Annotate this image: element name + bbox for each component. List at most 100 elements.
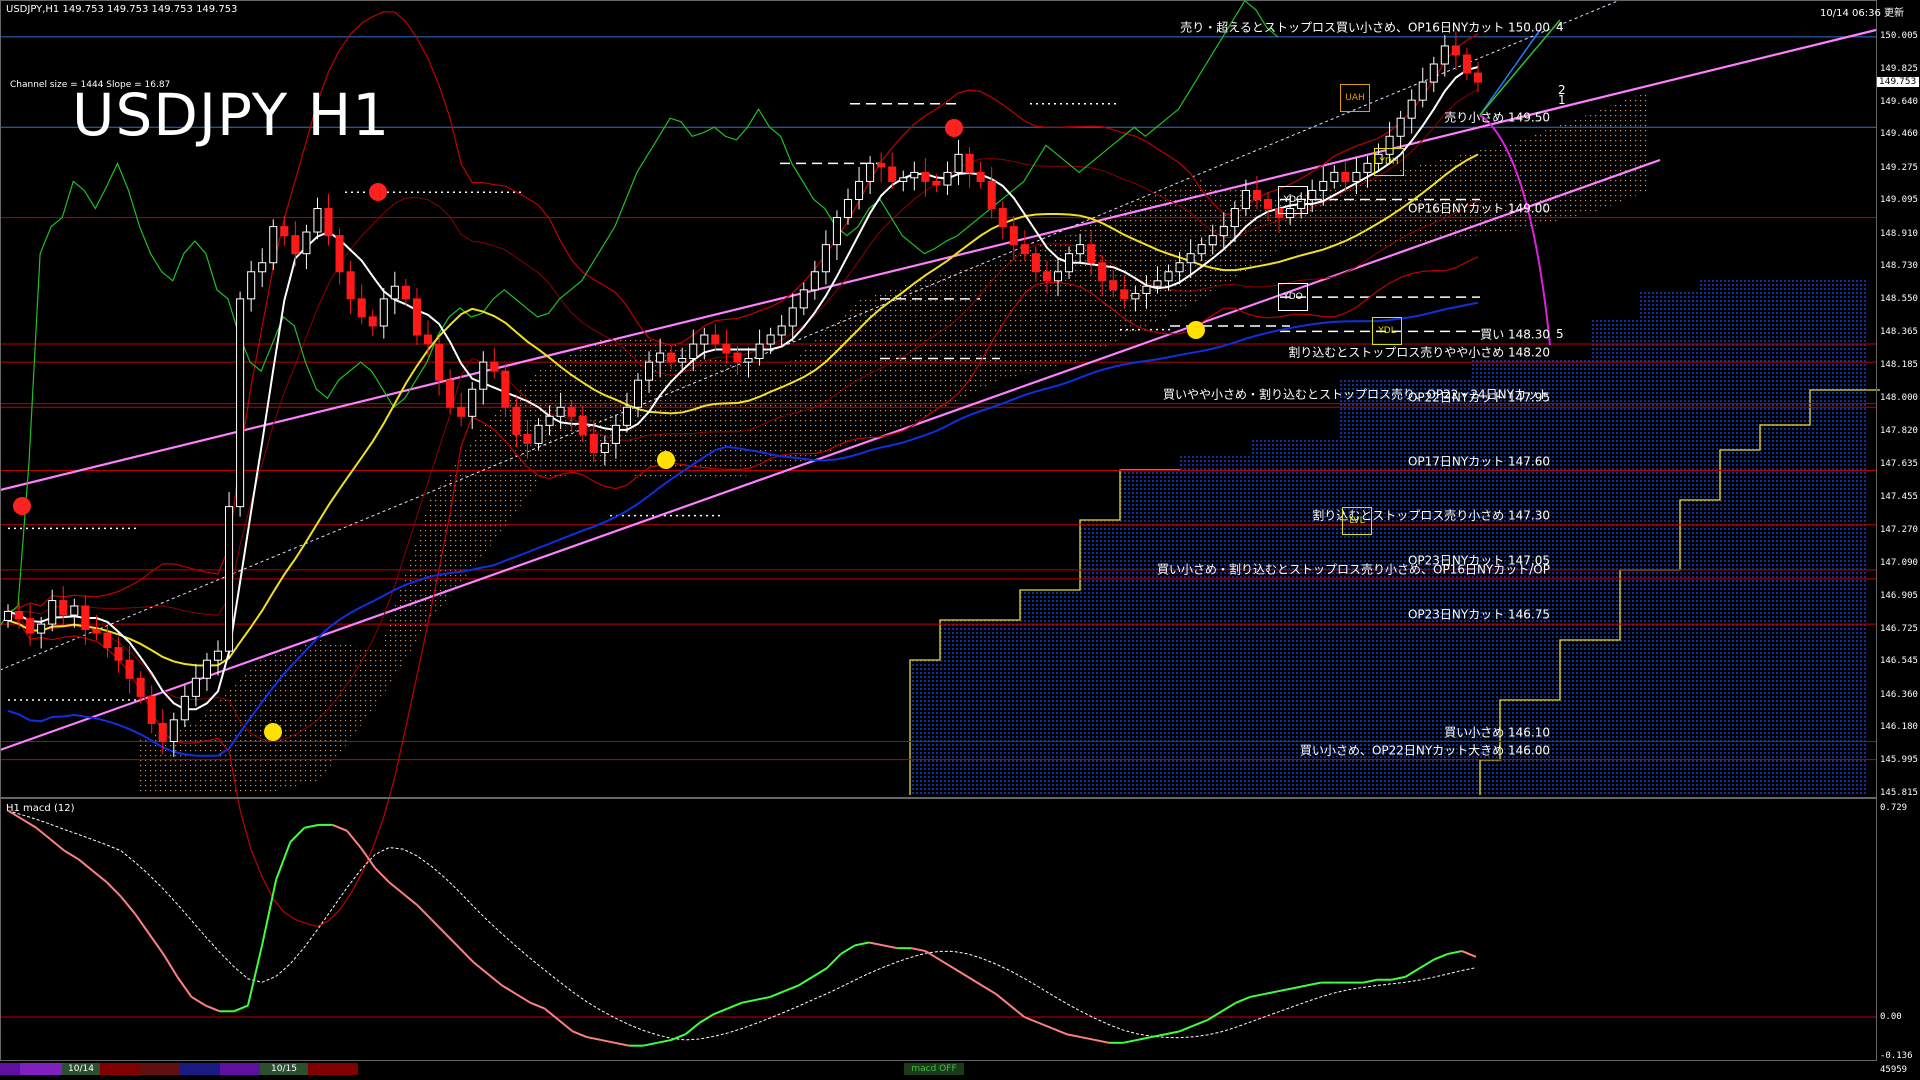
candle-body [932, 180, 941, 186]
macd-segment [92, 870, 108, 884]
candle-body [1252, 189, 1261, 201]
candle-body [645, 361, 654, 381]
price-tick-label: 147.455 [1880, 491, 1918, 502]
candle-body [468, 388, 477, 417]
macd-segment [727, 1001, 743, 1010]
macd-segment [1249, 993, 1265, 998]
macd-segment [911, 947, 926, 953]
candle-body [1396, 117, 1405, 137]
candle-body [855, 180, 864, 201]
price-tick-label: 146.180 [1880, 722, 1918, 733]
level-annotation: OP17日NYカット 147.60 [1407, 454, 1550, 468]
candle-body [556, 406, 565, 417]
macd-segment [501, 984, 517, 995]
macd-segment [1419, 958, 1435, 970]
candle-body [1208, 235, 1217, 246]
price-tick-label: 149.460 [1880, 129, 1918, 140]
macd-segment [430, 918, 447, 935]
candle [877, 152, 886, 183]
fractal-arrow [369, 183, 387, 201]
macd-segment [1179, 1024, 1195, 1033]
level-annotation: 割り込むとストップロス売りやや小さめ 148.20 [1288, 345, 1550, 360]
macd-tick-label: 0.729 [1880, 803, 1908, 813]
candle-body [1407, 99, 1416, 119]
macd-segment [1278, 987, 1293, 993]
candle [976, 161, 985, 189]
macd-segment [854, 941, 870, 947]
time-segment: 10/15 [260, 1063, 308, 1075]
candle [280, 215, 289, 246]
candle [954, 139, 963, 186]
macd-segment [35, 827, 51, 841]
macd-segment [1362, 978, 1378, 984]
candle [291, 221, 300, 267]
macd-segment [49, 838, 66, 852]
candle-body [622, 406, 631, 426]
candle [324, 194, 333, 246]
candle [910, 161, 919, 191]
macd-segment [939, 958, 955, 970]
candle [435, 336, 444, 396]
candle-body [435, 343, 444, 381]
candle [821, 230, 830, 285]
candle-body [1363, 162, 1372, 173]
macd-segment [1292, 984, 1307, 990]
candle-body [1164, 271, 1173, 282]
macd-segment [1165, 1030, 1180, 1036]
price-tick-label: 147.090 [1880, 557, 1918, 568]
candle-body [346, 271, 355, 300]
price-tick-label: 147.820 [1880, 425, 1918, 436]
macd-segment [1404, 967, 1421, 978]
candle [965, 147, 974, 188]
candle [225, 492, 234, 659]
macd-segment [21, 818, 37, 829]
candle-body [1197, 244, 1206, 255]
price-tick-label: 148.185 [1880, 359, 1918, 370]
candle-body [136, 677, 145, 697]
macd-segment [176, 976, 193, 998]
candle-body [59, 600, 68, 616]
price-tick-label: 148.730 [1880, 261, 1918, 272]
candle-body [92, 628, 101, 634]
candle-body [1175, 262, 1184, 273]
candle-body [678, 357, 687, 363]
candle-body [202, 659, 211, 679]
candle-body [843, 199, 853, 219]
candle [777, 315, 786, 348]
candle [1429, 56, 1438, 93]
candle [843, 188, 853, 225]
candle-body [147, 695, 156, 724]
candle-body [545, 415, 554, 426]
macd-segment [402, 892, 418, 906]
level-annotation: 買い小さめ、OP22日NYカット大きめ 146.00 [1299, 743, 1550, 758]
macd-segment [543, 1007, 560, 1021]
candle-body [1042, 271, 1051, 282]
candle-body [446, 379, 455, 408]
candle-body [490, 361, 499, 372]
macd-segment [1447, 950, 1463, 955]
macd-segment [1461, 950, 1477, 958]
candle-body [877, 162, 886, 168]
candle-body [589, 433, 598, 453]
candle-body [921, 171, 930, 182]
candle [401, 278, 410, 307]
macd-segment [360, 847, 376, 869]
candle-body [291, 235, 300, 255]
time-segment [220, 1063, 260, 1075]
macd-segment [1038, 1021, 1053, 1030]
candle-body [280, 226, 289, 237]
candle [335, 228, 344, 285]
candle-body [379, 298, 388, 327]
time-segment [140, 1063, 180, 1075]
macd-segment [134, 913, 150, 935]
time-segment [100, 1063, 140, 1075]
price-scale[interactable]: 150.005 149.825 149.640 149.460 149.275 149.0… [1876, 0, 1920, 1080]
candle-body [269, 226, 278, 264]
candle [921, 157, 930, 197]
candle-body [733, 352, 742, 363]
macd-segment [600, 1038, 616, 1044]
candle-body [3, 610, 13, 621]
candle-body [1020, 244, 1029, 255]
candle-body [722, 343, 731, 354]
candle-body [1319, 180, 1328, 191]
